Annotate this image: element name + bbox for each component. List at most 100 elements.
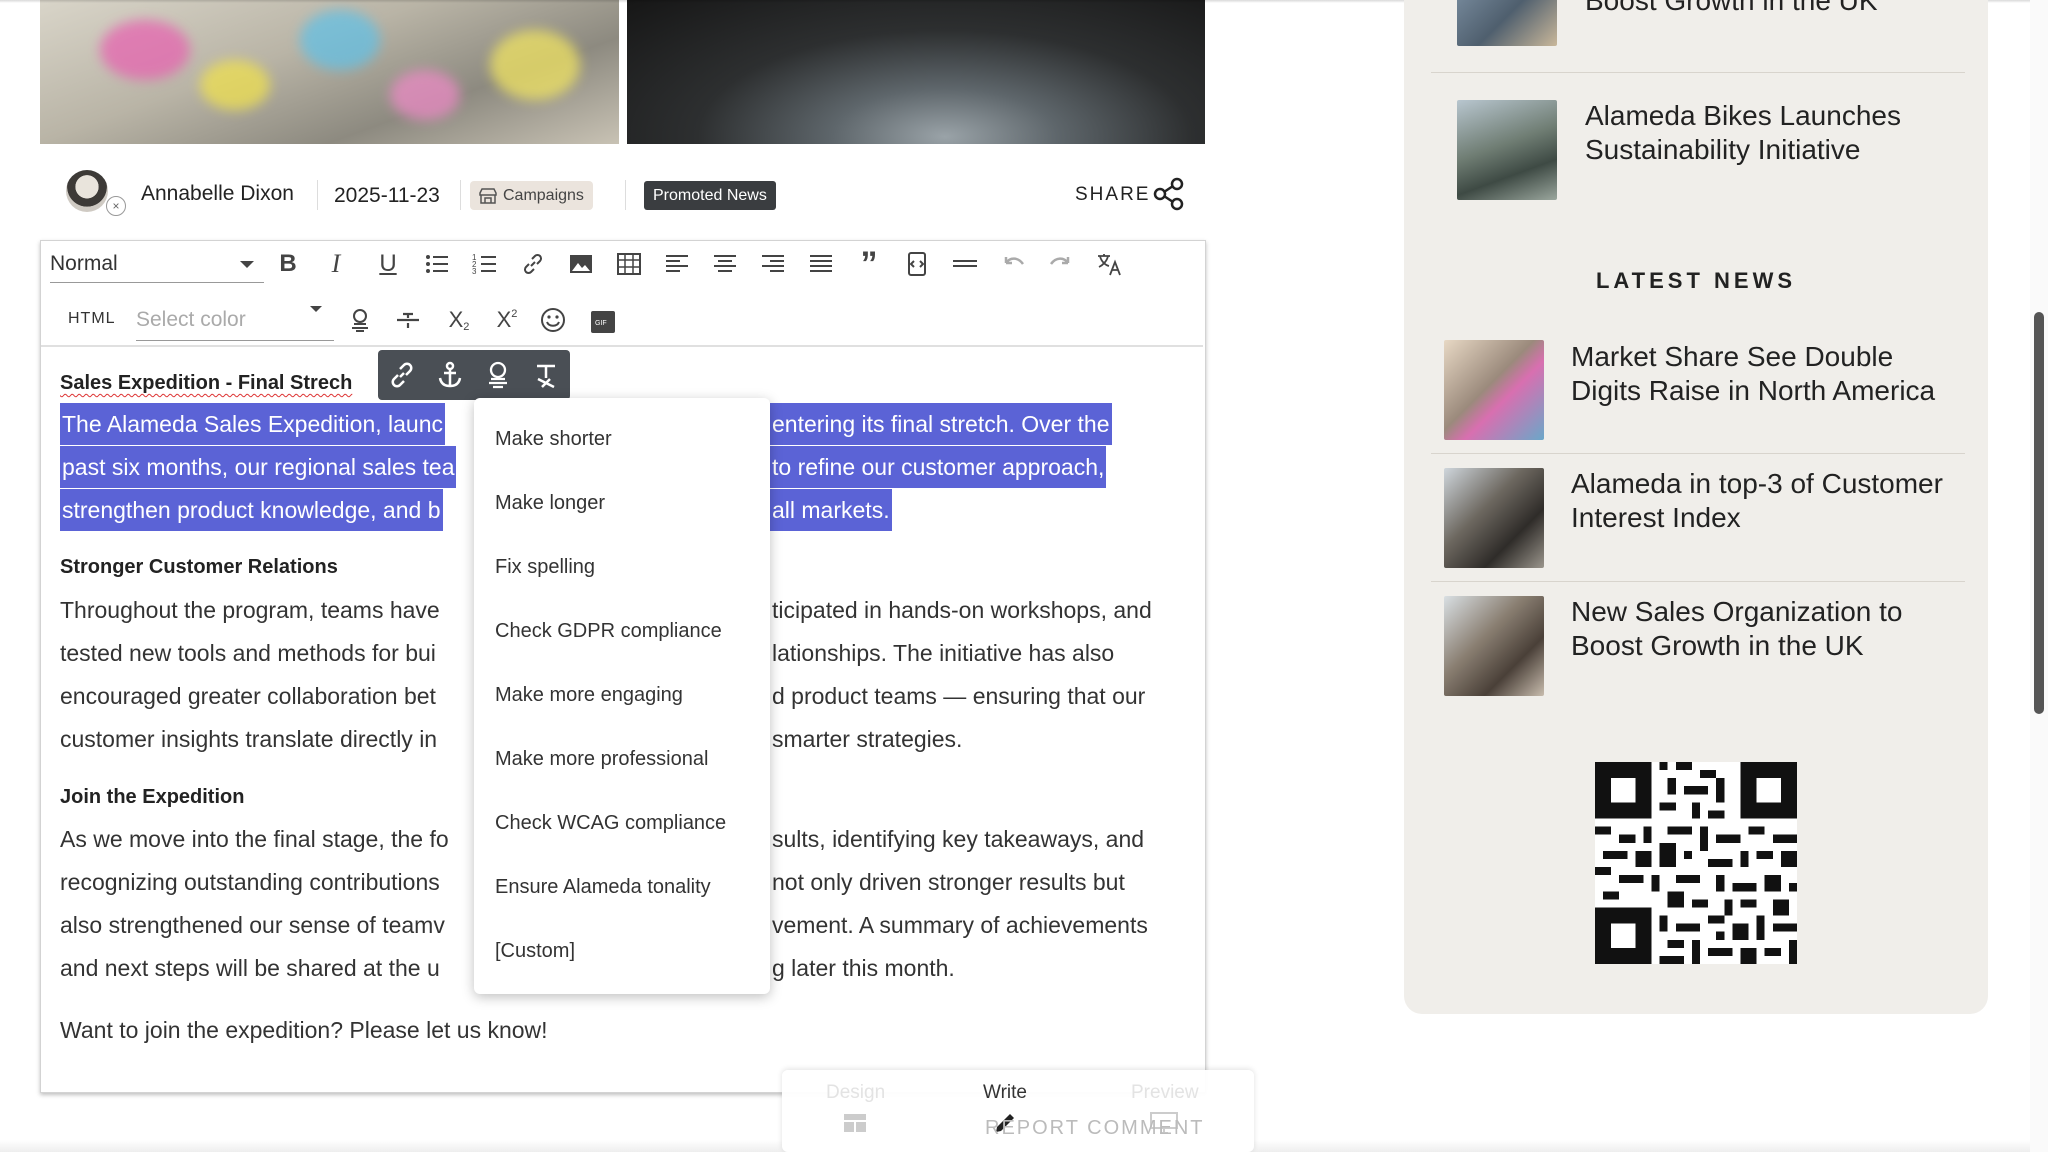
- bold-icon[interactable]: B: [272, 248, 304, 280]
- color-select[interactable]: Select color: [136, 300, 334, 341]
- text-line: and next steps will be shared at the u: [60, 955, 440, 981]
- ai-menu-item[interactable]: Make more professional: [495, 748, 708, 771]
- ai-menu-item[interactable]: Fix spelling: [495, 556, 595, 579]
- ai-assistant-icon[interactable]: [482, 359, 514, 391]
- category-tag-label: Campaigns: [503, 186, 584, 204]
- ai-menu-item[interactable]: Check WCAG compliance: [495, 812, 726, 835]
- text-line: g later this month.: [772, 955, 955, 981]
- ai-menu-item[interactable]: Make more engaging: [495, 684, 683, 707]
- category-tag[interactable]: Campaigns: [470, 181, 593, 210]
- bullet-list-icon[interactable]: [421, 248, 453, 280]
- ai-menu-item[interactable]: [Custom]: [495, 940, 575, 963]
- text-line: customer insights translate directly in: [60, 726, 438, 752]
- ai-menu-item[interactable]: Check GDPR compliance: [495, 620, 722, 643]
- format-select[interactable]: Normal: [50, 246, 264, 283]
- selected-text-line: all markets.: [770, 489, 892, 531]
- divider: [1431, 581, 1965, 582]
- publish-date[interactable]: 2025-11-23: [334, 184, 440, 208]
- blockquote-icon[interactable]: ”: [853, 245, 885, 283]
- news-title[interactable]: Alameda Bikes Launches Sustainability In…: [1585, 99, 1965, 167]
- undo-icon[interactable]: [997, 248, 1029, 280]
- redo-icon[interactable]: [1045, 248, 1077, 280]
- news-title[interactable]: Boost Growth in the UK: [1585, 0, 1965, 18]
- text-line: also strengthened our sense of teamv: [60, 912, 445, 938]
- html-mode-button[interactable]: HTML: [68, 310, 116, 328]
- justify-icon[interactable]: [805, 248, 837, 280]
- scrollbar-thumb[interactable]: [2034, 312, 2044, 714]
- align-center-icon[interactable]: [709, 248, 741, 280]
- text-line: Throughout the program, teams have: [60, 597, 440, 623]
- ai-assistant-icon[interactable]: [344, 304, 376, 336]
- layout-icon: [844, 1114, 866, 1132]
- text-line: recognizing outstanding contributions: [60, 869, 440, 895]
- toolbar-divider: [41, 345, 1203, 347]
- share-icon[interactable]: [1152, 177, 1186, 211]
- text-line: not only driven stronger results but: [772, 869, 1125, 895]
- svg-text:GIF: GIF: [595, 320, 607, 327]
- section-heading[interactable]: Stronger Customer Relations: [60, 556, 338, 579]
- table-icon[interactable]: [613, 248, 645, 280]
- news-thumbnail[interactable]: [1457, 100, 1557, 200]
- divider: [460, 180, 461, 210]
- divider: [625, 180, 626, 210]
- ai-menu-item[interactable]: Make longer: [495, 492, 605, 515]
- italic-icon[interactable]: I: [320, 248, 352, 280]
- latest-news-heading: LATEST NEWS: [1595, 268, 1797, 293]
- design-tab[interactable]: Design: [826, 1082, 885, 1104]
- remove-author-icon[interactable]: ×: [106, 196, 126, 216]
- chevron-down-icon: [310, 306, 322, 312]
- align-left-icon[interactable]: [661, 248, 693, 280]
- text-line: d product teams — ensuring that our: [772, 683, 1146, 709]
- clear-format-icon[interactable]: [530, 359, 562, 391]
- text-line: sults, identifying key takeaways, and: [772, 826, 1145, 852]
- news-title[interactable]: Alameda in top-3 of Customer Interest In…: [1571, 467, 1961, 535]
- content-title[interactable]: Sales Expedition - Final Strech: [60, 372, 352, 395]
- news-title[interactable]: New Sales Organization to Boost Growth i…: [1571, 595, 1961, 663]
- news-thumbnail[interactable]: [1444, 340, 1544, 440]
- news-title[interactable]: Market Share See Double Digits Raise in …: [1571, 340, 1961, 408]
- superscript-icon[interactable]: X2: [491, 304, 523, 336]
- underline-icon[interactable]: U: [372, 248, 404, 280]
- news-thumbnail[interactable]: [1444, 468, 1544, 568]
- qr-code[interactable]: [1595, 762, 1797, 964]
- selected-text-line: entering its final stretch. Over the: [770, 403, 1112, 445]
- subscript-icon[interactable]: X2: [443, 304, 475, 336]
- translate-icon[interactable]: [1093, 248, 1125, 280]
- share-label[interactable]: SHARE: [1075, 184, 1150, 206]
- emoji-icon[interactable]: [537, 304, 569, 336]
- anchor-icon[interactable]: [434, 359, 466, 391]
- preview-tab[interactable]: Preview: [1131, 1082, 1199, 1104]
- gif-icon[interactable]: GIF: [587, 306, 619, 338]
- text-line: vement. A summary of achievements: [772, 912, 1148, 938]
- avatar[interactable]: [66, 170, 108, 212]
- section-heading[interactable]: Join the Expedition: [60, 786, 244, 809]
- selection-mini-toolbar: [378, 350, 570, 400]
- article-image-team: [40, 0, 619, 144]
- author-name[interactable]: Annabelle Dixon: [141, 182, 294, 206]
- text-line: smarter strategies.: [772, 726, 963, 752]
- news-thumbnail[interactable]: [1444, 596, 1544, 696]
- selected-text-line: past six months, our regional sales tea: [60, 446, 457, 488]
- strikethrough-icon[interactable]: [392, 304, 424, 336]
- selected-text-line: strengthen product knowledge, and b: [60, 489, 443, 531]
- news-thumbnail[interactable]: [1457, 0, 1557, 46]
- selected-text-line: to refine our customer approach,: [770, 446, 1107, 488]
- numbered-list-icon[interactable]: 123: [469, 248, 501, 280]
- chevron-down-icon: [240, 261, 254, 268]
- ai-menu-item[interactable]: Ensure Alameda tonality: [495, 876, 711, 899]
- write-tab[interactable]: Write: [983, 1082, 1027, 1104]
- link-icon[interactable]: [386, 359, 418, 391]
- ai-menu-item[interactable]: Make shorter: [495, 428, 612, 451]
- horizontal-rule-icon[interactable]: [949, 248, 981, 280]
- text-line: encouraged greater collaboration bet: [60, 683, 436, 709]
- image-icon[interactable]: [565, 248, 597, 280]
- color-select-placeholder: Select color: [136, 308, 246, 331]
- promoted-tag[interactable]: Promoted News: [644, 181, 776, 210]
- article-image-cave: [627, 0, 1205, 144]
- closing-line[interactable]: Want to join the expedition? Please let …: [60, 1009, 1190, 1051]
- align-right-icon[interactable]: [757, 248, 789, 280]
- text-line: As we move into the final stage, the fo: [60, 826, 449, 852]
- report-comment-link[interactable]: REPORT COMMENT: [985, 1117, 1205, 1140]
- link-icon[interactable]: [517, 248, 549, 280]
- code-block-icon[interactable]: [901, 248, 933, 280]
